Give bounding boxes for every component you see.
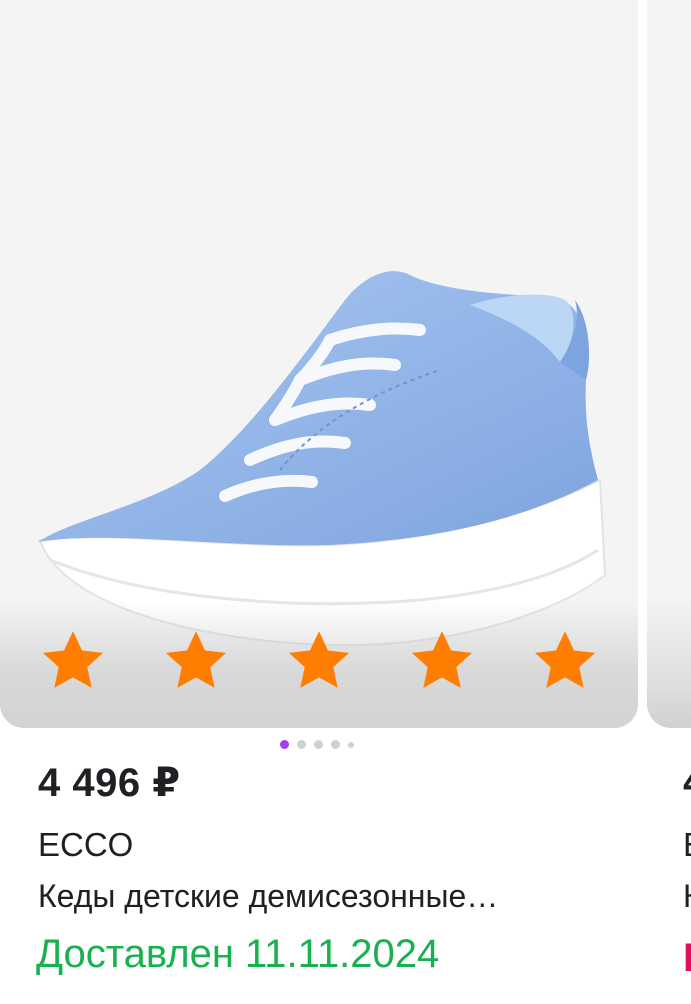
product-card[interactable]: 4 496 ₽ ECCO Кеды детские демисезонные… … (0, 0, 638, 1004)
carousel-dot[interactable] (348, 741, 354, 748)
product-title[interactable]: Кеды детские демисезонные… (38, 878, 618, 915)
product-brand: ECCO (38, 826, 134, 863)
star-icon (165, 631, 227, 688)
star-icon (42, 631, 104, 688)
next-product-price: 4 (683, 760, 691, 805)
star-icon (411, 631, 473, 688)
next-product-image[interactable] (647, 0, 691, 728)
star-icon (534, 631, 596, 688)
product-image[interactable] (0, 0, 638, 728)
next-product-brand: E (683, 826, 691, 864)
delivery-status: Доставлен 11.11.2024 (36, 932, 440, 976)
next-product-badge: E (683, 936, 691, 981)
next-product-title[interactable]: К (683, 878, 691, 915)
carousel-dot[interactable] (297, 740, 306, 749)
product-price: 4 496 ₽ (38, 761, 181, 805)
next-product-rating-strip (647, 600, 691, 728)
carousel-dot[interactable] (314, 740, 323, 749)
carousel-dot[interactable] (331, 740, 340, 749)
rating-stars (0, 600, 638, 728)
image-carousel-indicator[interactable] (280, 740, 354, 749)
carousel-dot-active[interactable] (280, 740, 289, 749)
star-icon (288, 631, 350, 688)
next-product-card[interactable]: 4 E К E (647, 0, 691, 1004)
